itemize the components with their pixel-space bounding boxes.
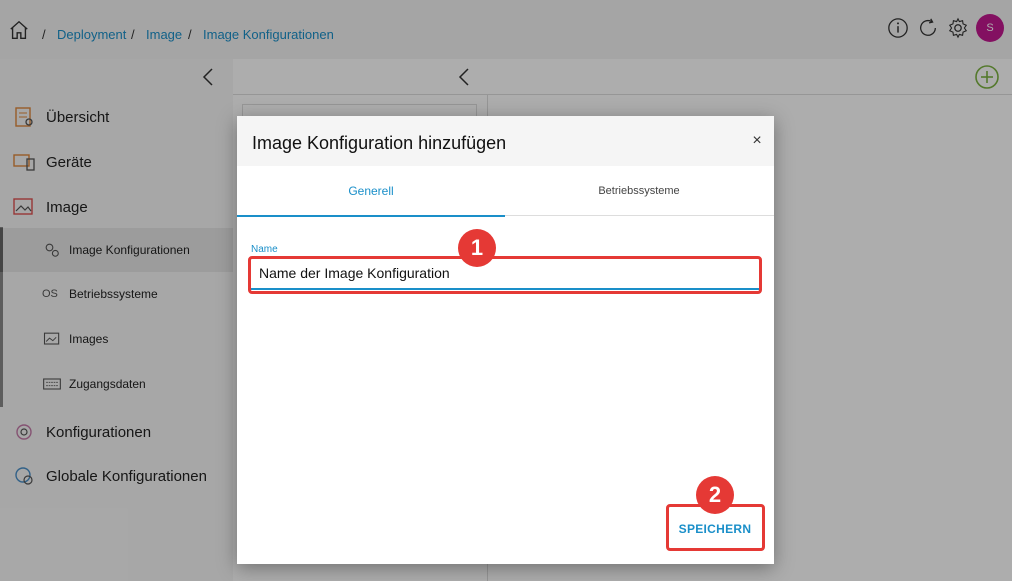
- add-image-configuration-dialog: Image Konfiguration hinzufügen × Generel…: [237, 116, 774, 564]
- dialog-tabs: Generell Betriebssysteme: [237, 166, 774, 217]
- annotation-marker-1: 1: [458, 229, 496, 267]
- name-field-label: Name: [251, 244, 278, 255]
- close-icon[interactable]: ×: [748, 132, 766, 150]
- annotation-marker-2: 2: [696, 476, 734, 514]
- annotation-box-1: [248, 256, 762, 294]
- dialog-header: Image Konfiguration hinzufügen ×: [237, 116, 774, 166]
- tab-betriebssysteme[interactable]: Betriebssysteme: [505, 166, 773, 216]
- dialog-title: Image Konfiguration hinzufügen: [252, 133, 507, 153]
- tab-generell[interactable]: Generell: [237, 166, 505, 217]
